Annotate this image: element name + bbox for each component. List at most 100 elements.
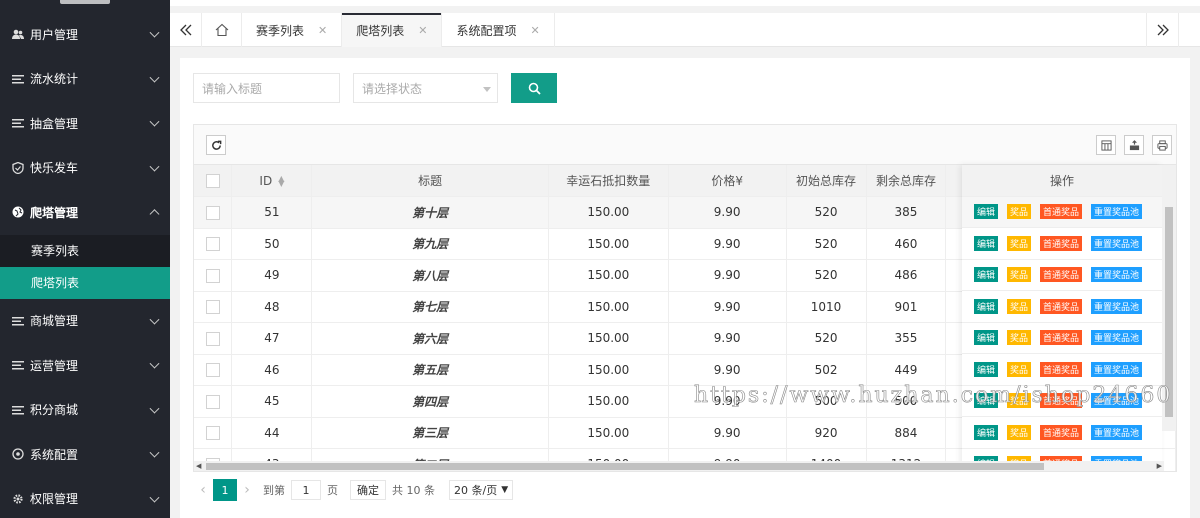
sidebar-item-mall[interactable]: 商城管理 [0,299,170,344]
reset-prize-pool-button[interactable]: 重置奖品池 [1091,235,1143,251]
page-size-select[interactable]: 20 条/页 ▼ [449,480,514,500]
cell-price: 9.90 [668,228,787,260]
select-all-checkbox[interactable] [205,173,220,188]
tabs-scroll-right-button[interactable] [1146,13,1178,47]
reset-prize-pool-button[interactable]: 重置奖品池 [1091,393,1143,409]
tabs-scroll-left-button[interactable] [170,13,202,47]
edit-button[interactable]: 编辑 [974,361,999,377]
first-clear-prize-button[interactable]: 首通奖品 [1040,267,1083,283]
edit-button[interactable]: 编辑 [974,204,999,220]
first-clear-prize-button[interactable]: 首通奖品 [1040,424,1083,440]
close-icon[interactable]: ✕ [530,24,539,37]
print-button[interactable] [1152,135,1172,155]
prize-button[interactable]: 奖品 [1007,361,1032,377]
status-select[interactable]: 请选择状态 [353,73,498,103]
sidebar-item-tower[interactable]: 爬塔管理 [0,190,170,235]
reset-prize-pool-button[interactable]: 重置奖品池 [1091,298,1143,314]
reset-prize-pool-button[interactable]: 重置奖品池 [1091,204,1143,220]
first-clear-prize-button[interactable]: 首通奖品 [1040,298,1083,314]
refresh-button[interactable] [206,135,226,155]
sidebar-subitem-season-list[interactable]: 赛季列表 [0,234,170,267]
column-filter-button[interactable] [1096,135,1116,155]
row-checkbox[interactable] [205,205,220,220]
row-checkbox[interactable] [205,331,220,346]
column-header-id[interactable]: ID ▲ ▼ [231,165,313,197]
sidebar-item-blind-box[interactable]: 抽盒管理 [0,101,170,146]
sidebar-item-operations[interactable]: 运营管理 [0,343,170,388]
row-checkbox[interactable] [205,237,220,251]
edit-button[interactable]: 编辑 [974,393,999,409]
sidebar-item-users[interactable]: 用户管理 [0,12,170,57]
row-checkbox[interactable] [205,426,220,440]
row-checkbox[interactable] [205,300,220,314]
scroll-thumb[interactable] [1165,207,1173,417]
reset-prize-pool-button[interactable]: 重置奖品池 [1091,424,1143,440]
close-icon[interactable]: ✕ [418,24,427,37]
edit-button[interactable]: 编辑 [974,330,999,346]
cell-initial-stock: 920 [786,417,867,449]
prize-button[interactable]: 奖品 [1007,330,1032,346]
next-page-button[interactable]: › [237,482,257,498]
row-checkbox[interactable] [205,394,220,409]
table-toolbar [194,125,1176,165]
export-button[interactable] [1124,135,1144,155]
tab-season-list[interactable]: 赛季列表 ✕ [242,13,343,47]
sidebar-item-happy-car[interactable]: 快乐发车 [0,146,170,191]
tab-home[interactable] [202,13,242,47]
prize-button[interactable]: 奖品 [1007,267,1032,283]
page-number-current[interactable]: 1 [213,479,237,501]
sidebar-subitem-label: 爬塔列表 [31,276,80,290]
tab-system-config[interactable]: 系统配置项 ✕ [442,13,555,47]
sidebar-item-flow-stats[interactable]: 流水统计 [0,57,170,102]
edit-button[interactable]: 编辑 [974,424,999,440]
sidebar-item-system-config[interactable]: 系统配置 [0,432,170,477]
tab-tower-list[interactable]: 爬塔列表 ✕ [342,13,443,47]
prev-page-button[interactable]: ‹ [193,482,213,498]
column-header-label: 操作 [1049,173,1074,188]
prize-button[interactable]: 奖品 [1007,424,1032,440]
close-icon[interactable]: ✕ [318,24,327,37]
horizontal-scrollbar[interactable]: ◀ ▶ [194,461,1164,471]
chevron-down-icon [149,314,160,325]
first-clear-prize-button[interactable]: 首通奖品 [1040,235,1083,251]
cell-stones: 150.00 [548,354,669,386]
reset-prize-pool-button[interactable]: 重置奖品池 [1091,361,1143,377]
row-select-cell [194,259,233,292]
users-icon [12,28,24,40]
first-clear-prize-button[interactable]: 首通奖品 [1040,330,1083,346]
tabs-menu-button[interactable] [1178,13,1200,47]
edit-button[interactable]: 编辑 [974,267,999,283]
row-checkbox[interactable] [205,363,220,377]
cell-title: 第六层 [311,322,549,355]
column-header-label: 初始总库存 [796,174,857,188]
edit-button[interactable]: 编辑 [974,298,999,314]
first-clear-prize-button[interactable]: 首通奖品 [1040,204,1083,220]
home-icon [215,23,228,37]
goto-page-input[interactable]: 1 [291,480,321,500]
prize-button[interactable]: 奖品 [1007,204,1032,220]
list-icon [12,117,24,129]
sidebar-item-points-mall[interactable]: 积分商城 [0,388,170,433]
sidebar-subitem-tower-list[interactable]: 爬塔列表 [0,266,170,299]
scroll-thumb[interactable] [206,463,1044,470]
prize-button[interactable]: 奖品 [1007,393,1032,409]
globe-icon [12,206,24,218]
first-clear-prize-button[interactable]: 首通奖品 [1040,393,1083,409]
first-clear-prize-button[interactable]: 首通奖品 [1040,361,1083,377]
reset-prize-pool-button[interactable]: 重置奖品池 [1091,267,1143,283]
edit-button[interactable]: 编辑 [974,235,999,251]
prize-button[interactable]: 奖品 [1007,235,1032,251]
vertical-scrollbar[interactable] [1162,165,1176,431]
cell-remaining-stock: 460 [866,228,947,260]
row-checkbox[interactable] [205,268,220,283]
sidebar-item-permissions[interactable]: 权限管理 [0,477,170,518]
search-button[interactable] [511,73,557,103]
prize-button[interactable]: 奖品 [1007,298,1032,314]
scroll-right-arrow-icon[interactable]: ▶ [1157,462,1162,470]
title-search-input[interactable]: 请输入标题 [193,73,340,103]
scroll-left-arrow-icon[interactable]: ◀ [196,462,201,470]
sort-icon[interactable]: ▲ ▼ [278,175,284,188]
goto-confirm-button[interactable]: 确定 [350,480,386,500]
reset-prize-pool-button[interactable]: 重置奖品池 [1091,330,1143,346]
cell-stones: 150.00 [548,291,669,323]
